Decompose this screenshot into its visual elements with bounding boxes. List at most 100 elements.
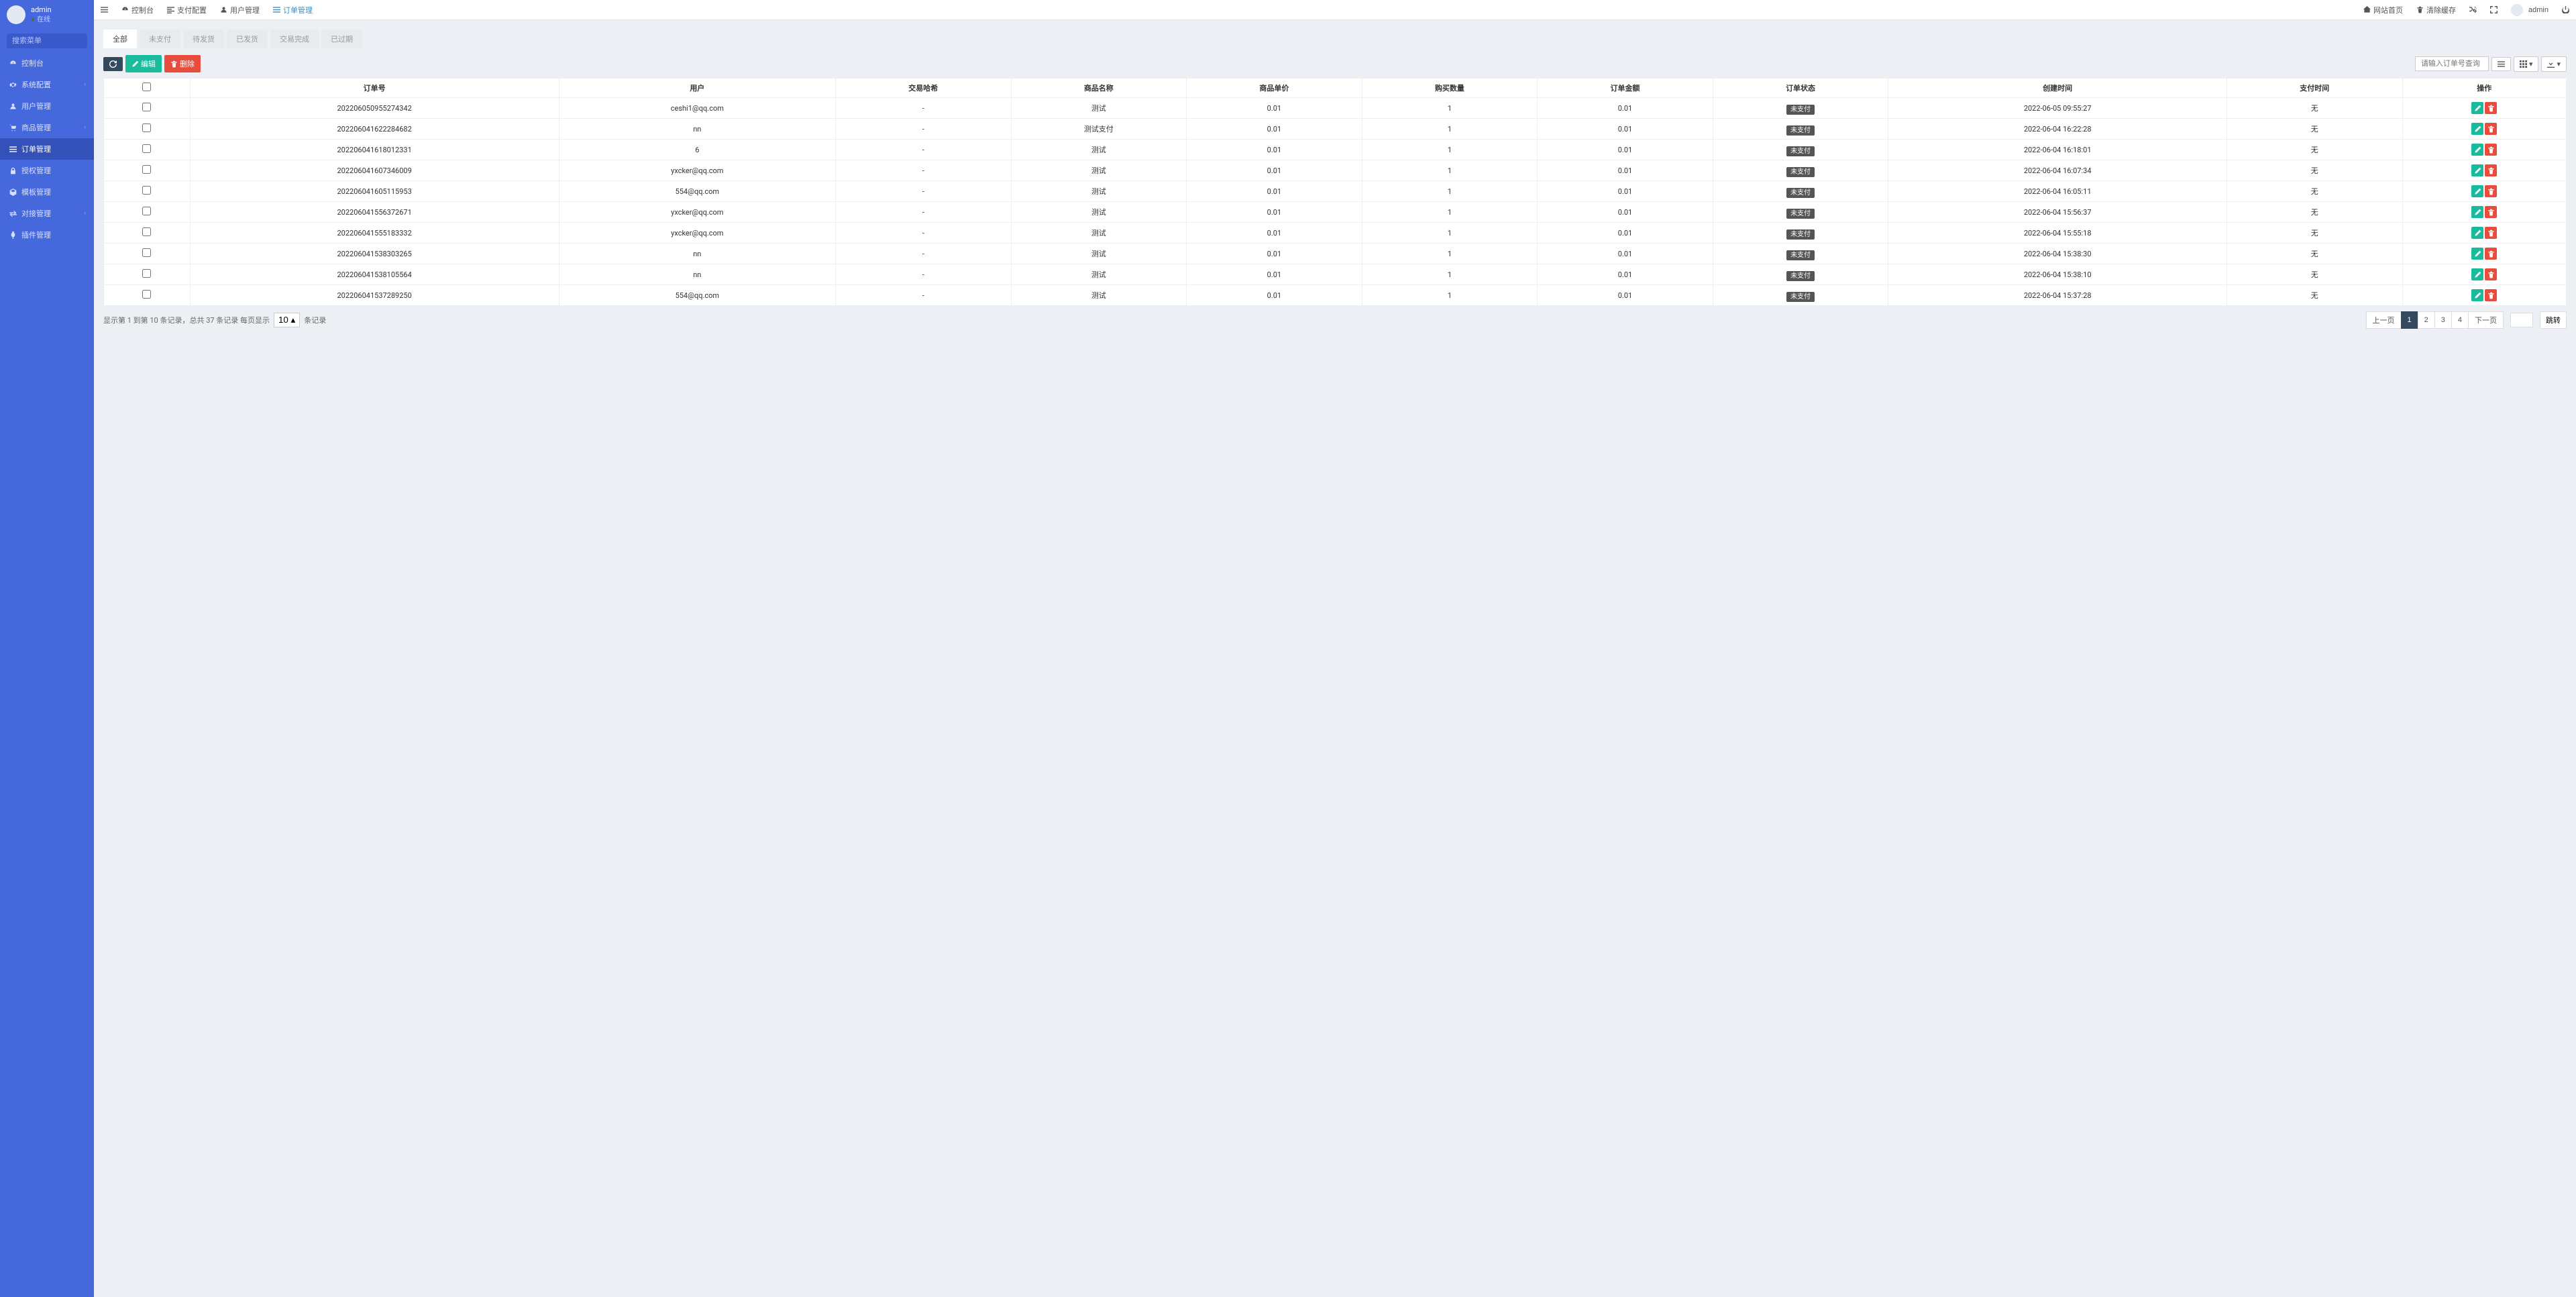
- topbar-tab-4[interactable]: 订单管理: [266, 0, 319, 19]
- row-delete-button[interactable]: [2485, 144, 2497, 156]
- tab-2[interactable]: 待发货: [183, 30, 224, 48]
- cell-created: 2022-06-04 16:22:28: [1888, 119, 2227, 140]
- page-next[interactable]: 下一页: [2468, 311, 2504, 329]
- tab-4[interactable]: 交易完成: [270, 30, 319, 48]
- pencil-icon: [2474, 146, 2481, 154]
- row-checkbox[interactable]: [142, 123, 151, 132]
- page-prev[interactable]: 上一页: [2366, 311, 2402, 329]
- tab-1[interactable]: 未支付: [140, 30, 180, 48]
- column-header[interactable]: 订单号: [190, 79, 559, 98]
- edit-button[interactable]: 编辑: [125, 55, 162, 72]
- refresh-button[interactable]: [103, 57, 123, 71]
- page-number[interactable]: 1: [2401, 311, 2418, 329]
- row-checkbox[interactable]: [142, 248, 151, 257]
- cell-created: 2022-06-05 09:55:27: [1888, 98, 2227, 119]
- column-header[interactable]: 支付时间: [2226, 79, 2402, 98]
- row-checkbox[interactable]: [142, 269, 151, 278]
- topbar-action-1[interactable]: 清除缓存: [2410, 0, 2463, 19]
- tab-0[interactable]: 全部: [103, 30, 137, 48]
- sidebar-item-4[interactable]: 订单管理: [0, 138, 94, 160]
- column-header[interactable]: 操作: [2402, 79, 2566, 98]
- sidebar-item-7[interactable]: 对接管理‹: [0, 203, 94, 224]
- row-edit-button[interactable]: [2471, 289, 2483, 301]
- row-edit-button[interactable]: [2471, 227, 2483, 239]
- row-edit-button[interactable]: [2471, 144, 2483, 156]
- row-checkbox[interactable]: [142, 186, 151, 195]
- page-number[interactable]: 3: [2434, 311, 2452, 329]
- row-edit-button[interactable]: [2471, 102, 2483, 114]
- delete-button[interactable]: 删除: [164, 55, 201, 72]
- row-edit-button[interactable]: [2471, 268, 2483, 280]
- sidebar-item-8[interactable]: 插件管理: [0, 224, 94, 246]
- tab-5[interactable]: 已过期: [321, 30, 362, 48]
- pencil-icon: [2474, 105, 2481, 112]
- column-header[interactable]: 创建时间: [1888, 79, 2227, 98]
- page-number[interactable]: 2: [2418, 311, 2435, 329]
- row-edit-button[interactable]: [2471, 206, 2483, 218]
- row-delete-button[interactable]: [2485, 227, 2497, 239]
- sidebar-item-0[interactable]: 控制台: [0, 52, 94, 74]
- sidebar-item-5[interactable]: 授权管理: [0, 160, 94, 181]
- column-header[interactable]: 交易哈希: [835, 79, 1011, 98]
- trash-icon: [170, 60, 178, 68]
- row-delete-button[interactable]: [2485, 289, 2497, 301]
- sidebar-item-6[interactable]: 模板管理: [0, 181, 94, 203]
- row-checkbox[interactable]: [142, 165, 151, 174]
- row-delete-button[interactable]: [2485, 268, 2497, 280]
- page-size-select[interactable]: 10 ▴: [274, 313, 300, 327]
- topbar-tab-3[interactable]: 用户管理: [213, 0, 266, 19]
- cell-product: 测试: [1011, 140, 1187, 160]
- toggle-view-button[interactable]: [2491, 57, 2511, 71]
- column-header[interactable]: 购买数量: [1362, 79, 1538, 98]
- row-delete-button[interactable]: [2485, 206, 2497, 218]
- cell-status: 未支付: [1713, 119, 1888, 140]
- sidebar-item-1[interactable]: 系统配置‹: [0, 74, 94, 95]
- page-jump-input[interactable]: [2510, 313, 2533, 327]
- toolbar: 编辑 删除 ▾ ▾: [103, 55, 2567, 78]
- cell-price: 0.01: [1187, 223, 1362, 244]
- topbar-user[interactable]: admin: [2504, 0, 2555, 19]
- column-header[interactable]: 订单状态: [1713, 79, 1888, 98]
- topbar-tab-0[interactable]: [94, 0, 115, 19]
- topbar-action-3[interactable]: [2483, 0, 2504, 19]
- select-all-checkbox[interactable]: [142, 83, 151, 91]
- topbar-tab-1[interactable]: 控制台: [115, 0, 160, 19]
- row-edit-button[interactable]: [2471, 185, 2483, 197]
- row-checkbox[interactable]: [142, 103, 151, 111]
- row-edit-button[interactable]: [2471, 123, 2483, 135]
- status-badge: 未支付: [1786, 250, 1815, 260]
- trash-icon: [2487, 125, 2495, 133]
- sidebar-item-3[interactable]: 商品管理‹: [0, 117, 94, 138]
- row-edit-button[interactable]: [2471, 164, 2483, 176]
- row-delete-button[interactable]: [2485, 185, 2497, 197]
- row-edit-button[interactable]: [2471, 248, 2483, 260]
- trash-icon: [2487, 229, 2495, 237]
- export-button[interactable]: ▾: [2541, 56, 2567, 72]
- row-checkbox[interactable]: [142, 207, 151, 215]
- columns-button[interactable]: ▾: [2514, 56, 2539, 72]
- row-delete-button[interactable]: [2485, 164, 2497, 176]
- topbar-action-0[interactable]: 网站首页: [2357, 0, 2410, 19]
- column-header[interactable]: 用户: [559, 79, 835, 98]
- topbar-action-2[interactable]: [2463, 0, 2483, 19]
- page-number[interactable]: 4: [2451, 311, 2469, 329]
- order-search-input[interactable]: [2415, 56, 2489, 71]
- table-row: 2022060416180123316-测试0.0110.01未支付2022-0…: [104, 140, 2567, 160]
- column-header[interactable]: 商品名称: [1011, 79, 1187, 98]
- column-header[interactable]: 商品单价: [1187, 79, 1362, 98]
- page-go-button[interactable]: 跳转: [2540, 311, 2567, 329]
- row-delete-button[interactable]: [2485, 102, 2497, 114]
- search-input[interactable]: [7, 34, 87, 48]
- cell-hash: -: [835, 98, 1011, 119]
- user-panel: admin 在线: [0, 0, 94, 30]
- topbar-logout[interactable]: [2555, 0, 2576, 19]
- sidebar-item-2[interactable]: 用户管理: [0, 95, 94, 117]
- column-header[interactable]: 订单金额: [1538, 79, 1713, 98]
- row-checkbox[interactable]: [142, 144, 151, 153]
- row-checkbox[interactable]: [142, 227, 151, 236]
- row-delete-button[interactable]: [2485, 248, 2497, 260]
- tab-3[interactable]: 已发货: [227, 30, 268, 48]
- row-checkbox[interactable]: [142, 290, 151, 299]
- topbar-tab-2[interactable]: 支付配置: [160, 0, 213, 19]
- row-delete-button[interactable]: [2485, 123, 2497, 135]
